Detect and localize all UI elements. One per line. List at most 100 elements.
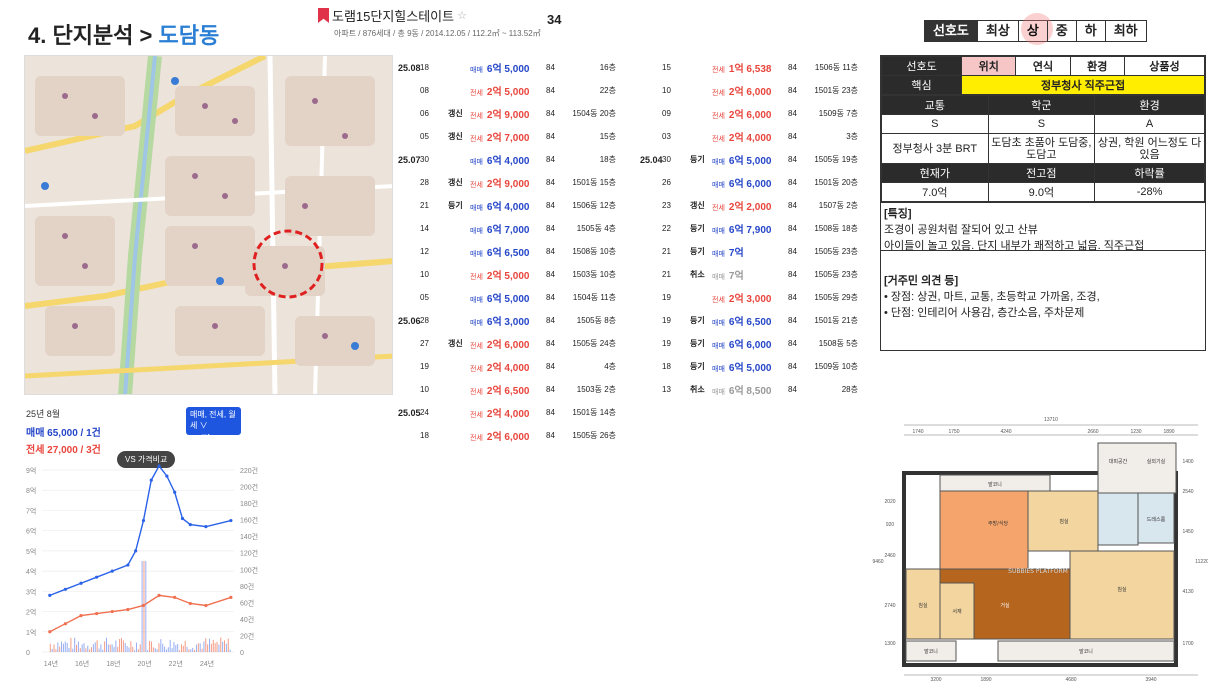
deal-floor-num: 16층 xyxy=(599,63,616,72)
grade-school: S xyxy=(987,114,1096,134)
deal-type-dropdown[interactable]: 매매, 전세, 월세 ∨ 34평 전용 84㎡ xyxy=(186,407,241,456)
volume-bar xyxy=(137,649,139,652)
deal-floor: 1507동 2층 xyxy=(810,200,858,211)
deal-price: 전세 2억 9,000 xyxy=(470,106,546,121)
volume-bar xyxy=(150,641,152,652)
volume-bar xyxy=(188,649,190,652)
room-label: 대피공간 xyxy=(1109,458,1128,465)
deal-area: 84 xyxy=(788,178,797,187)
volume-bar xyxy=(77,641,79,652)
deal-area: 84 xyxy=(546,431,555,440)
series-point xyxy=(180,516,185,521)
deal-kind: 매매 xyxy=(470,205,483,212)
deal-day: 14 xyxy=(420,224,429,233)
deal-kind: 매매 xyxy=(712,228,725,235)
y-tick-label: 1억 xyxy=(26,629,36,637)
star-icon[interactable]: ☆ xyxy=(457,9,467,22)
deal-area: 84 xyxy=(788,293,797,302)
deal-month: 25.04 xyxy=(640,154,663,165)
transaction-row: 14 매매 6억 7,000 84 1505동 4층 xyxy=(398,217,616,240)
deal-floor-num: 8층 xyxy=(604,316,616,325)
dim-right: 4130 xyxy=(1182,589,1193,595)
transaction-row: 10 전세 2억 6,000 84 1501동 23층 xyxy=(640,79,858,102)
plan-total-width: 13710 xyxy=(1044,417,1058,423)
deal-amount: 6억 3,000 xyxy=(486,317,530,328)
deal-floor-num: 4층 xyxy=(604,362,616,371)
volume-bar xyxy=(173,642,175,652)
title-region: 도담동 xyxy=(158,23,220,48)
deal-price: 전세 2억 4,000 xyxy=(712,129,788,144)
series-point xyxy=(149,478,153,482)
deal-day: 13 xyxy=(662,385,671,394)
volume-bar xyxy=(92,644,94,652)
deal-floor-num: 20층 xyxy=(599,109,616,118)
deal-price: 매매 6억 6,500 xyxy=(712,313,788,328)
volume-bar xyxy=(179,650,181,652)
price-chart[interactable]: 0 1억 2억 3억 4억 5억 6억 7억 8억 9억 0 20건 40건 60건 80건 100건 120건… xyxy=(24,460,274,670)
pref-mid[interactable]: 중 xyxy=(1046,21,1076,41)
transaction-row: 09 전세 2억 6,000 84 1509동 7층 xyxy=(640,102,858,125)
volume-bar xyxy=(120,638,122,652)
y-tick-label: 6억 xyxy=(26,528,36,536)
volume-bar xyxy=(184,640,186,652)
deal-day: 03 xyxy=(662,132,671,141)
deal-floor: 1506동 11층 xyxy=(810,62,858,73)
head-env: 환경 xyxy=(1094,95,1205,115)
deal-tag: 갱신 xyxy=(448,339,463,348)
deal-amount: 7억 xyxy=(728,248,744,259)
deal-tag: 등기 xyxy=(690,155,705,164)
deal-day: 21 xyxy=(662,270,671,279)
y2-tick-label: 140건 xyxy=(240,532,258,541)
volume-bar xyxy=(57,642,59,652)
deal-day: 05 xyxy=(420,132,429,141)
deal-floor-num: 14층 xyxy=(599,408,616,417)
location-map[interactable] xyxy=(24,55,393,395)
deal-floor: 1505동 23층 xyxy=(810,246,858,257)
transaction-row: 19 전세 2억 4,000 84 4층 xyxy=(398,355,616,378)
opinion-section: [거주민 의견 등] • 장점: 상권, 마트, 교통, 초등학교 가까움, 조… xyxy=(881,250,1205,350)
deal-amount: 6억 6,500 xyxy=(486,248,530,259)
pref-best[interactable]: 최상 xyxy=(976,21,1018,41)
deal-tag: 등기 xyxy=(690,316,705,325)
volume-bar xyxy=(207,644,209,652)
pyeong-label: 34평 xyxy=(190,435,211,446)
deal-price: 전세 2억 6,500 xyxy=(470,382,546,397)
transaction-row: 28 갱신 전세 2억 9,000 84 1501동 15층 xyxy=(398,171,616,194)
volume-bar xyxy=(225,643,227,652)
deal-kind: 매매 xyxy=(470,159,483,166)
deal-amount: 2억 6,000 xyxy=(728,87,772,98)
volume-bar xyxy=(89,649,91,652)
transaction-row: 18 등기 매매 6억 5,000 84 1509동 10층 xyxy=(640,355,858,378)
deal-floor-num: 22층 xyxy=(599,86,616,95)
pref-low[interactable]: 하 xyxy=(1075,21,1105,41)
deal-dong: 1505동 xyxy=(572,339,598,348)
pref-row-env: 환경 xyxy=(1069,56,1125,76)
deal-day: 26 xyxy=(662,178,671,187)
deal-kind: 전세 xyxy=(712,136,725,143)
pref-lowest[interactable]: 최하 xyxy=(1104,21,1146,41)
volume-bar xyxy=(162,643,164,652)
deal-area: 84 xyxy=(546,132,555,141)
deal-area: 84 xyxy=(546,63,555,72)
bookmark-icon[interactable] xyxy=(318,8,329,23)
deal-day: 15 xyxy=(662,63,671,72)
dim-bottom: 3200 xyxy=(930,677,941,681)
apartment-name[interactable]: 도램15단지힐스테이트 xyxy=(332,6,454,25)
deal-floor-num: 23층 xyxy=(841,247,858,256)
series-point xyxy=(157,464,161,468)
deal-dong: 1503동 xyxy=(576,385,602,394)
volume-bar xyxy=(139,644,141,652)
pref-high[interactable]: 상 xyxy=(1017,13,1053,45)
dim-left: 2020 xyxy=(884,499,895,505)
volume-bar xyxy=(224,640,226,652)
analysis-table: 선호도 위치 연식 환경 상품성 핵심 정부청사 직주근접 교통 학군 환경 S… xyxy=(880,55,1206,351)
volume-bar xyxy=(117,646,119,652)
volume-bar xyxy=(171,648,173,652)
deal-floor-num: 5층 xyxy=(846,339,858,348)
deal-floor: 28층 xyxy=(810,384,858,395)
pyeong-size: 34 xyxy=(547,12,562,27)
deal-amount: 2억 5,000 xyxy=(486,87,530,98)
page-title: 4. 단지분석 > 도담동 xyxy=(28,18,219,50)
dim-top: 1740 xyxy=(912,429,923,435)
deal-month: 25.06 xyxy=(398,315,421,326)
